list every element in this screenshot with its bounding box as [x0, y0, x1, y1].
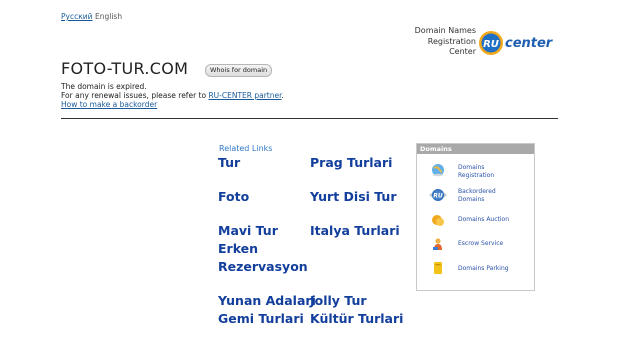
renewal-suffix: .	[281, 91, 284, 100]
item-line-1: Domains Auction	[458, 216, 510, 223]
brand-caption: Domain Names Registration Center	[414, 26, 476, 58]
related-link[interactable]: Italya Turlari	[310, 222, 400, 240]
related-link[interactable]: Yunan Adalari	[218, 292, 316, 310]
renewal-notice: For any renewal issues, please refer to …	[61, 91, 284, 100]
related-link[interactable]: Foto	[218, 188, 249, 206]
whois-button[interactable]: Whois for domain	[205, 64, 273, 77]
ru-center-logo-icon: RU center	[479, 31, 554, 55]
related-link[interactable]: Tur	[218, 154, 240, 172]
related-link[interactable]: Prag Turlari	[310, 154, 392, 172]
globe-icon	[431, 162, 445, 177]
item-line-1: Backordered	[458, 188, 496, 195]
ru-badge-icon: RU	[428, 187, 448, 201]
svg-text:RU: RU	[433, 193, 443, 200]
domains-panel: Domains Domains Registration RU Backorde…	[416, 143, 535, 291]
header-divider	[61, 118, 558, 119]
brand-line-1: Domain Names	[414, 26, 476, 35]
logo-center-text: center	[505, 36, 554, 51]
renewal-prefix: For any renewal issues, please refer to	[61, 91, 209, 100]
item-line-1: Escrow Service	[458, 240, 504, 247]
ru-center-logo[interactable]: RU center	[478, 26, 558, 60]
related-link[interactable]: Kültür Turlari	[310, 310, 403, 328]
ru-center-partner-link[interactable]: RU-CENTER partner	[208, 91, 281, 100]
escrow-person-icon	[431, 236, 445, 250]
auction-coins-icon	[431, 212, 445, 226]
backorder-link[interactable]: How to make a backorder	[61, 100, 157, 109]
domains-panel-title: Domains	[417, 144, 534, 154]
backorder-row: How to make a backorder	[61, 100, 157, 109]
related-links-title: Related Links	[219, 144, 273, 153]
item-line-1: Domains	[458, 164, 485, 171]
related-link[interactable]: Jolly Tur	[310, 292, 367, 310]
domain-title: FOTO-TUR.COM	[61, 59, 189, 78]
item-line-2: Domains	[458, 195, 485, 203]
related-link[interactable]: Erken	[218, 240, 258, 258]
lang-russian-link[interactable]: Русский	[61, 12, 93, 21]
item-line-2: Registration	[458, 171, 495, 179]
related-link[interactable]: Yurt Disi Tur	[310, 188, 397, 206]
domains-parking-link[interactable]: Domains Parking	[458, 265, 509, 273]
expired-notice: The domain is expired.	[61, 82, 147, 91]
item-line-1: Domains Parking	[458, 265, 509, 272]
brand-line-3: Center	[449, 47, 476, 56]
domains-registration-link[interactable]: Domains Registration	[458, 164, 494, 179]
logo-ru-text: RU	[483, 39, 499, 50]
related-link[interactable]: Rezervasyon	[218, 258, 308, 276]
brand-line-2: Registration	[427, 36, 476, 46]
related-link[interactable]: Mavi Tur	[218, 222, 278, 240]
parking-icon	[431, 260, 445, 274]
domains-auction-link[interactable]: Domains Auction	[458, 216, 509, 224]
backordered-domains-link[interactable]: Backordered Domains	[458, 188, 496, 203]
related-link[interactable]: Gemi Turlari	[218, 310, 304, 328]
escrow-service-link[interactable]: Escrow Service	[458, 240, 503, 248]
lang-english-link[interactable]: English	[95, 12, 122, 21]
